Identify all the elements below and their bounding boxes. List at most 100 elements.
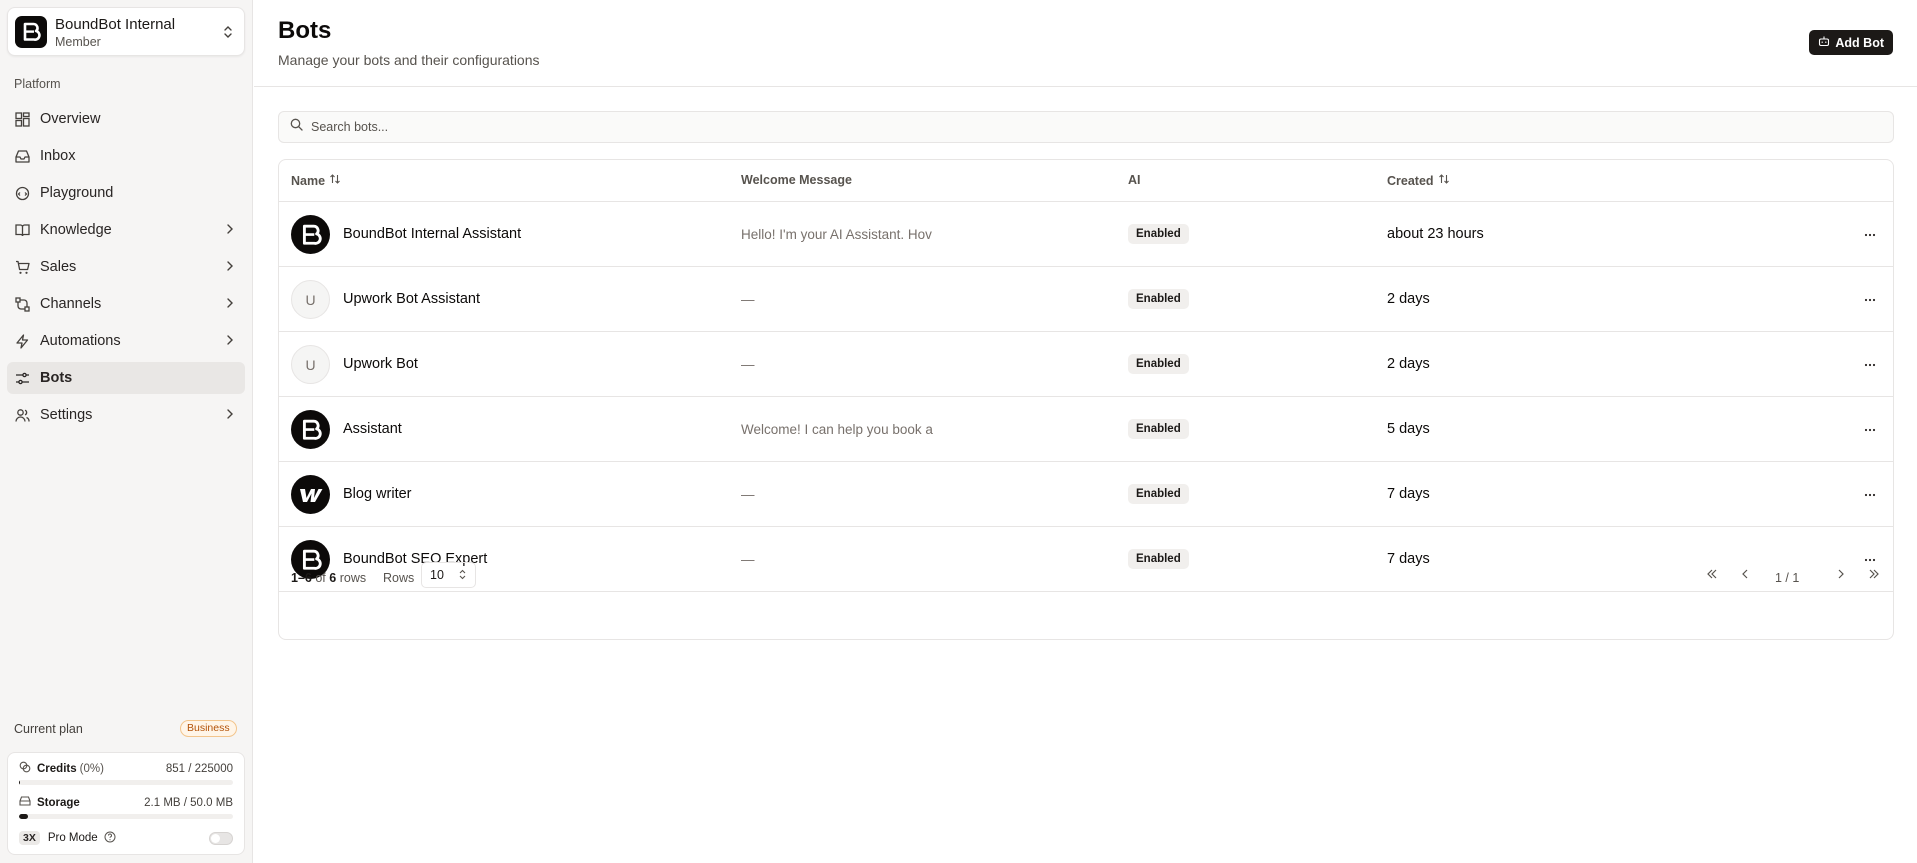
more-actions-icon[interactable] <box>1863 358 1877 377</box>
storage-value: 2.1 MB / 50.0 MB <box>144 796 233 809</box>
row-range: 1–6 of 6 rows <box>291 571 366 585</box>
chat-icon <box>14 185 30 201</box>
sidebar-item-overview[interactable]: Overview <box>7 103 245 135</box>
sidebar-item-automations[interactable]: Automations <box>7 325 245 357</box>
bot-avatar-w-logo <box>291 475 330 514</box>
credits-percent: (0%) <box>79 762 104 775</box>
add-bot-button[interactable]: Add Bot <box>1809 30 1893 55</box>
bot-name: BoundBot Internal Assistant <box>343 226 522 242</box>
workspace-logo <box>15 16 47 48</box>
chevron-right-icon <box>225 296 235 314</box>
welcome-message: — <box>741 357 755 372</box>
sidebar-item-label: Automations <box>40 333 121 349</box>
sliders-icon <box>14 370 30 386</box>
table-row[interactable]: U Upwork Bot — Enabled 2 days <box>279 332 1893 397</box>
current-plan-label: Current plan <box>14 722 83 736</box>
workspace-role: Member <box>55 35 101 49</box>
channels-icon <box>14 296 30 312</box>
ai-status-badge: Enabled <box>1128 484 1189 504</box>
sidebar-item-label: Bots <box>40 370 73 386</box>
workspace-switcher[interactable]: BoundBot Internal Member <box>7 7 245 56</box>
column-ai-label: AI <box>1128 173 1141 187</box>
ai-status-badge: Enabled <box>1128 224 1189 244</box>
chevrons-up-down-icon <box>458 568 467 584</box>
rows-per-page-label: Rows <box>383 571 415 585</box>
first-page-icon[interactable] <box>1705 567 1719 586</box>
pro-mode-toggle[interactable] <box>209 832 233 845</box>
bot-name: Blog writer <box>343 486 412 502</box>
sidebar: BoundBot Internal Member Platform Overvi… <box>0 0 253 863</box>
created-time: 5 days <box>1387 421 1430 437</box>
pro-multiplier-chip: 3X <box>19 831 40 845</box>
range-of: of <box>315 571 326 585</box>
table-row[interactable]: BoundBot Internal Assistant Hello! I'm y… <box>279 202 1893 267</box>
created-time: 7 days <box>1387 486 1430 502</box>
search-input[interactable] <box>311 120 811 134</box>
ai-status-badge: Enabled <box>1128 354 1189 374</box>
bots-table: Name Welcome Message AI Created BoundBot… <box>278 159 1894 640</box>
credits-bar-fill <box>19 780 21 785</box>
sidebar-item-knowledge[interactable]: Knowledge <box>7 214 245 246</box>
bot-avatar-initial: U <box>291 280 330 319</box>
range-total: 6 <box>329 571 337 585</box>
sidebar-item-label: Knowledge <box>40 222 112 238</box>
column-welcome-header: Welcome Message <box>741 173 852 187</box>
rows-per-page-value: 10 <box>430 568 444 582</box>
chevron-right-icon <box>225 333 235 351</box>
more-actions-icon[interactable] <box>1863 423 1877 442</box>
sidebar-section-label: Platform <box>14 77 61 91</box>
column-name-header[interactable]: Name <box>291 173 341 188</box>
ai-status-badge: Enabled <box>1128 419 1189 439</box>
sidebar-item-inbox[interactable]: Inbox <box>7 140 245 172</box>
sidebar-item-label: Channels <box>40 296 102 312</box>
more-actions-icon[interactable] <box>1863 293 1877 312</box>
workspace-name: BoundBot Internal <box>55 16 176 33</box>
rows-per-page-select[interactable]: 10 <box>421 562 476 588</box>
sidebar-item-playground[interactable]: Playground <box>7 177 245 209</box>
credits-icon <box>19 761 31 776</box>
storage-bar <box>19 814 233 819</box>
credits-bar <box>19 780 233 785</box>
column-name-label: Name <box>291 173 326 188</box>
next-page-icon[interactable] <box>1834 567 1848 586</box>
page-header: Bots Manage your bots and their configur… <box>254 0 1917 87</box>
column-welcome-label: Welcome Message <box>741 173 852 187</box>
chevron-right-icon <box>225 259 235 277</box>
more-actions-icon[interactable] <box>1863 228 1877 247</box>
welcome-message: — <box>741 292 755 307</box>
table-row[interactable]: Assistant Welcome! I can help you book a… <box>279 397 1893 462</box>
credits-value: 851 / 225000 <box>165 762 233 775</box>
inbox-icon <box>14 148 30 164</box>
range-rows-word: rows <box>339 571 367 585</box>
sidebar-item-sales[interactable]: Sales <box>7 251 245 283</box>
page-subtitle: Manage your bots and their configuration… <box>278 52 540 68</box>
sidebar-item-bots[interactable]: Bots <box>7 362 245 394</box>
storage-bar-fill <box>19 814 28 819</box>
sidebar-item-channels[interactable]: Channels <box>7 288 245 320</box>
sidebar-item-settings[interactable]: Settings <box>7 399 245 431</box>
page-title: Bots <box>278 17 332 44</box>
help-circle-icon[interactable] <box>104 831 116 846</box>
last-page-icon[interactable] <box>1867 567 1881 586</box>
search-bar <box>278 111 1894 143</box>
bot-name: Upwork Bot Assistant <box>343 291 480 307</box>
sort-icon <box>329 173 341 188</box>
column-ai-header: AI <box>1128 173 1141 187</box>
ai-status-badge: Enabled <box>1128 289 1189 309</box>
more-actions-icon[interactable] <box>1863 488 1877 507</box>
usage-panel: Credits (0%) 851 / 225000 Storage 2.1 MB… <box>7 752 245 855</box>
pro-mode-label: Pro Mode <box>47 832 98 844</box>
chevron-right-icon <box>225 407 235 425</box>
table-row[interactable]: U Upwork Bot Assistant — Enabled 2 days <box>279 267 1893 332</box>
prev-page-icon[interactable] <box>1738 567 1752 586</box>
welcome-message: — <box>741 487 755 502</box>
welcome-message: Hello! I'm your AI Assistant. Hov <box>741 227 932 242</box>
credits-label: Credits <box>37 762 77 775</box>
column-created-header[interactable]: Created <box>1387 173 1450 188</box>
range-value: 1–6 <box>291 571 312 585</box>
bolt-icon <box>14 333 30 349</box>
storage-row: Storage 2.1 MB / 50.0 MB <box>19 795 233 810</box>
bot-avatar-initial: U <box>291 345 330 384</box>
grid-icon <box>14 111 30 127</box>
table-row[interactable]: Blog writer — Enabled 7 days <box>279 462 1893 527</box>
